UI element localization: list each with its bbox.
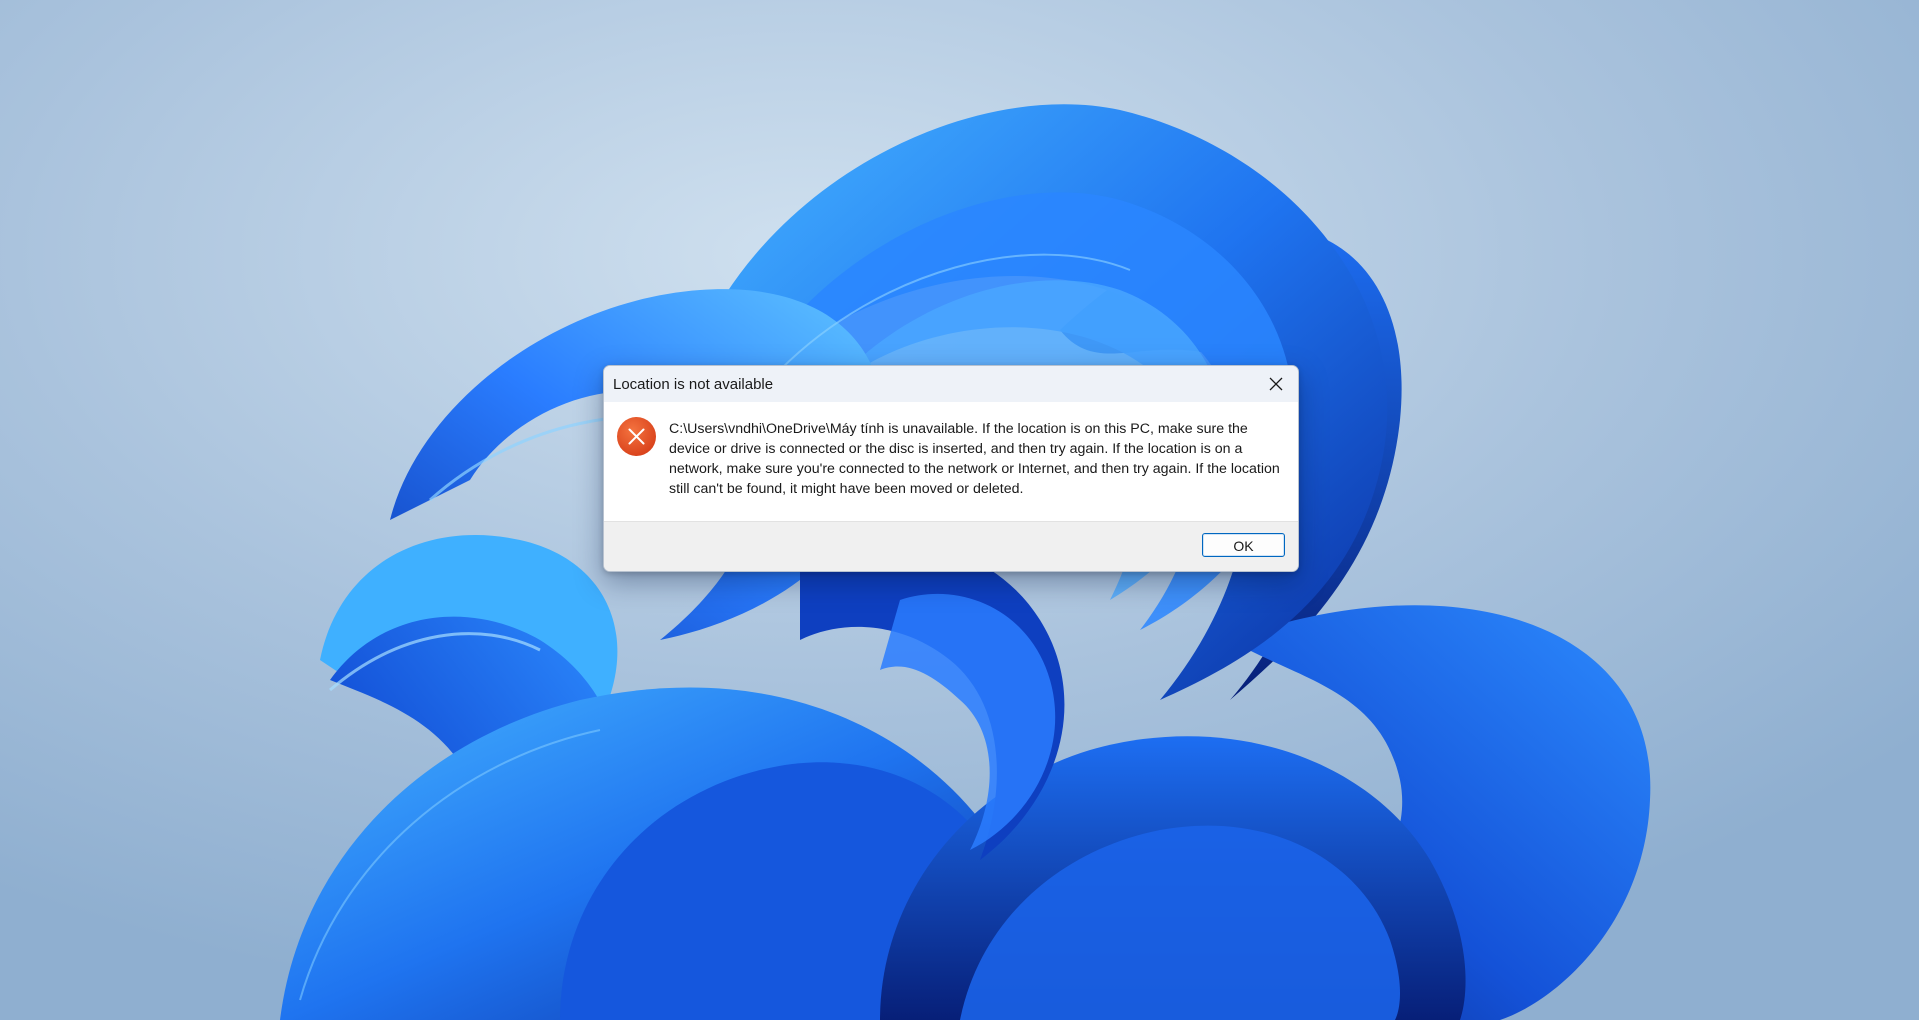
error-message: C:\Users\vndhi\OneDrive\Máy tính is unav… [669,421,1280,497]
error-dialog: Location is not available C:\Users\vndhi… [603,365,1299,572]
dialog-footer: OK [604,521,1298,571]
error-x-icon [617,417,656,456]
dialog-content: C:\Users\vndhi\OneDrive\Máy tính is unav… [604,402,1298,521]
dialog-title: Location is not available [613,376,774,393]
close-button[interactable] [1254,366,1298,402]
ok-button[interactable]: OK [1202,533,1285,557]
close-icon [1269,377,1283,391]
dialog-titlebar[interactable]: Location is not available [604,366,1298,402]
